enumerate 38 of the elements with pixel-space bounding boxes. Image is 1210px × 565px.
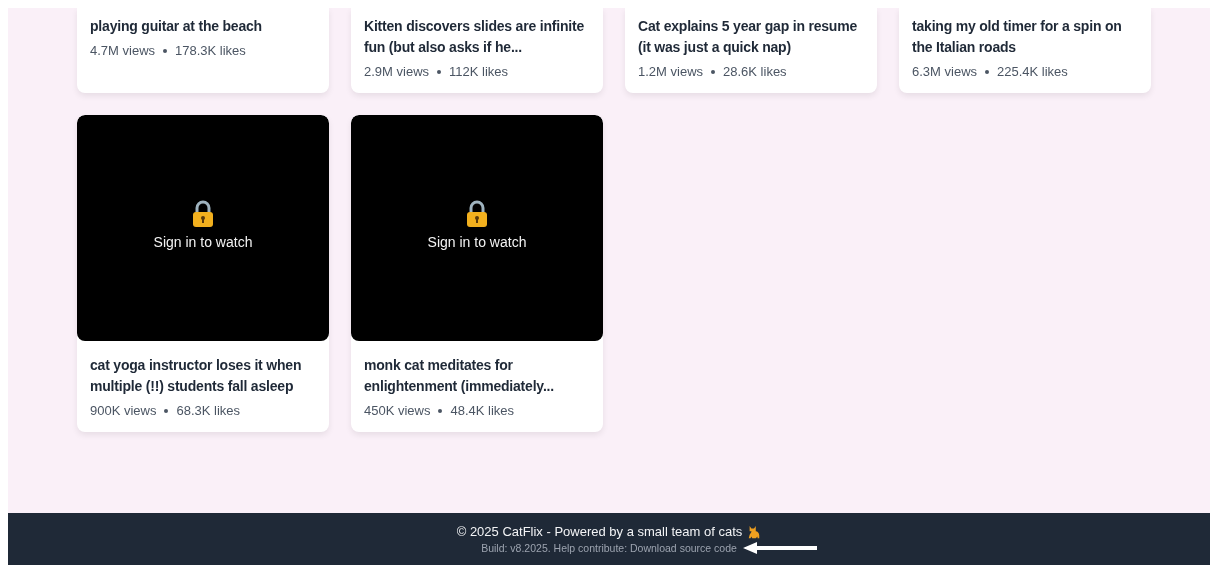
separator-dot [437, 69, 442, 74]
video-card[interactable]: taking my old timer for a spin on the Italian roads 6.3M views 225.4K likes [899, 8, 1151, 93]
build-info-text: Build: v8.2025. Help contribute: Download source code [481, 542, 737, 554]
separator-dot [985, 69, 990, 74]
view-count: 6.3M views [912, 64, 978, 79]
separator-dot [711, 69, 716, 74]
video-title: taking my old timer for a spin on the Italian roads [912, 17, 1123, 57]
video-card[interactable]: playing guitar at the beach 4.7M views 178.3K likes [77, 8, 329, 93]
video-title: playing guitar at the beach [90, 17, 263, 36]
like-count: 48.4K likes [450, 403, 515, 418]
separator-dot [163, 48, 168, 53]
video-card[interactable]: Kitten discovers slides are infinite fun (but also asks if he... 2.9M views 112K likes [351, 8, 603, 93]
like-count: 28.6K likes [723, 64, 787, 79]
video-card[interactable]: Sign in to watch cat yoga instructor loses it when multiple (!!) students fall asleep 900K views 68.3K likes [77, 115, 329, 432]
video-card[interactable]: Sign in to watch monk cat meditates for enlightenment (immediately... 450K views 48.4K likes [351, 115, 603, 432]
sign-in-text: Sign in to watch [153, 234, 253, 250]
sign-in-text: Sign in to watch [427, 234, 527, 250]
view-count: 4.7M views [90, 43, 156, 58]
video-title: Cat explains 5 year gap in resume (it was just a quick nap) [638, 17, 859, 57]
like-count: 112K likes [449, 64, 509, 79]
video-title: cat yoga instructor loses it when multiple (!!) students fall asleep [90, 356, 303, 396]
video-title: Kitten discovers slides are infinite fun (but also asks if he... [364, 17, 585, 57]
separator-dot [164, 408, 169, 413]
left-arrow-icon [742, 542, 817, 554]
like-count: 68.3K likes [176, 403, 241, 418]
like-count: 178.3K likes [175, 43, 246, 58]
separator-dot [438, 408, 443, 413]
cat-icon [747, 524, 762, 539]
view-count: 450K views [364, 403, 431, 418]
copyright-text: © 2025 CatFlix - Powered by a small team of cats [456, 524, 743, 539]
view-count: 900K views [90, 403, 157, 418]
view-count: 2.9M views [364, 64, 430, 79]
video-card[interactable]: Cat explains 5 year gap in resume (it was just a quick nap) 1.2M views 28.6K likes [625, 8, 877, 93]
like-count: 225.4K likes [997, 64, 1068, 79]
padlock-icon [465, 200, 489, 228]
view-count: 1.2M views [638, 64, 704, 79]
padlock-icon [191, 200, 215, 228]
video-title: monk cat meditates for enlightenment (immediately... [364, 356, 555, 396]
